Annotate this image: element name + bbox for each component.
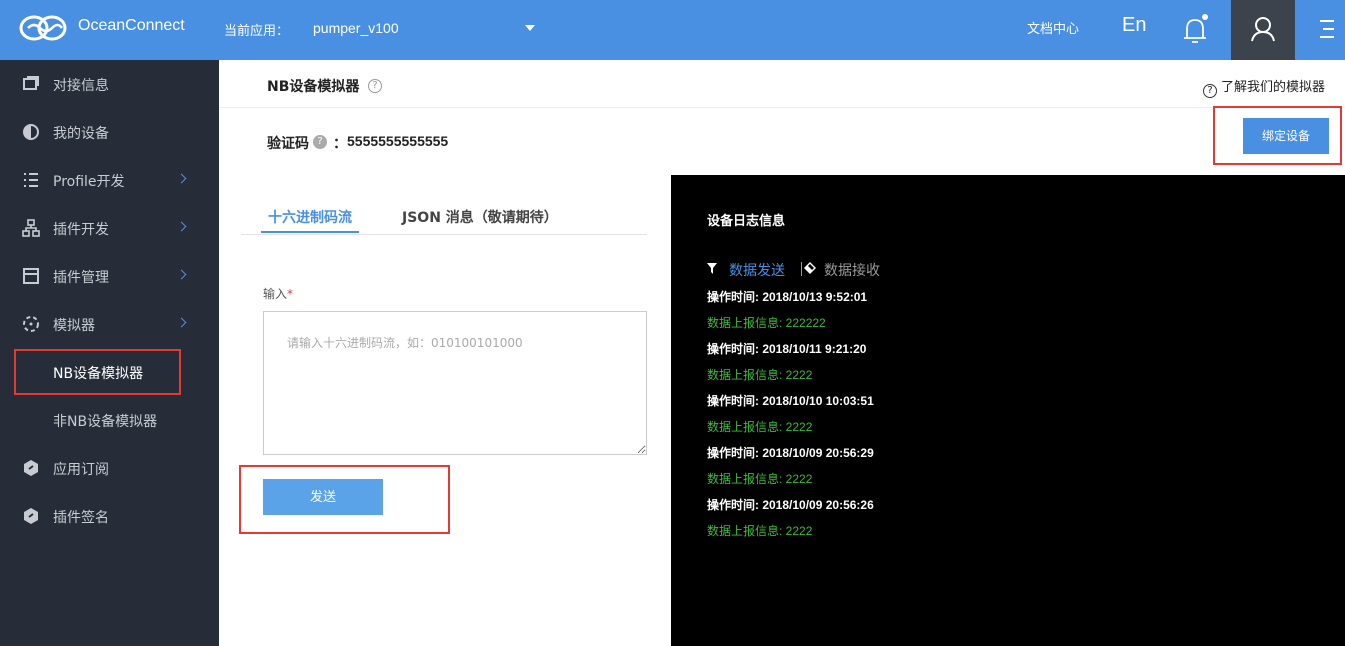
tab-json-message[interactable]: JSON 消息（敬请期待） — [402, 207, 558, 227]
sidebar-item-label: 插件管理 — [53, 270, 109, 286]
sidebar-item-plugin-dev[interactable]: 插件开发 — [0, 204, 219, 252]
hexagon-icon — [24, 460, 38, 476]
hexagon-icon — [24, 508, 38, 524]
required-mark: * — [287, 287, 294, 301]
eraser-icon — [804, 262, 816, 274]
question-icon: ? — [1202, 84, 1217, 98]
log-data-entry: 数据上报信息: 222222 — [707, 316, 826, 330]
page-title: NB设备模拟器 — [267, 79, 360, 95]
input-label: 输入* — [263, 285, 293, 302]
sidebar-item-integration-info[interactable]: 对接信息 — [0, 60, 219, 108]
top-bar: OceanConnect 当前应用： pumper_v100 文档中心 En — [0, 0, 1345, 60]
log-time-entry: 操作时间: 2018/10/10 10:03:51 — [707, 394, 874, 408]
log-title: 设备日志信息 — [707, 214, 786, 229]
simulator-icon — [23, 316, 39, 332]
filter-data-receive[interactable]: 数据接收 — [824, 260, 880, 280]
chevron-right-icon — [176, 221, 187, 232]
brand-name: OceanConnect — [78, 17, 185, 34]
sidebar-item-label: 模拟器 — [53, 318, 95, 334]
device-icon — [23, 124, 39, 140]
log-time-entry: 操作时间: 2018/10/13 9:52:01 — [707, 290, 868, 304]
sidebar-item-profile-dev[interactable]: Profile开发 — [0, 156, 219, 204]
log-data-entry: 数据上报信息: 2222 — [707, 420, 813, 434]
filter-separator — [801, 262, 802, 276]
log-data-entry: 数据上报信息: 2222 — [707, 472, 813, 486]
filter-icon — [707, 263, 717, 274]
log-time-entry: 操作时间: 2018/10/09 20:56:29 — [707, 446, 874, 460]
sidebar-item-label: 我的设备 — [53, 126, 109, 142]
user-icon — [1251, 17, 1275, 42]
sidebar-item-simulator[interactable]: 模拟器 — [0, 300, 219, 348]
hierarchy-icon — [22, 219, 40, 237]
list-icon — [24, 173, 38, 187]
sidebar-item-label: Profile开发 — [53, 174, 125, 190]
verify-colon: ： — [333, 136, 347, 152]
active-tab-indicator — [261, 231, 359, 233]
sidebar-item-non-nb-simulator[interactable]: 非NB设备模拟器 — [0, 396, 219, 444]
log-data-entry: 数据上报信息: 2222 — [707, 524, 813, 538]
sidebar-item-plugin-mgmt[interactable]: 插件管理 — [0, 252, 219, 300]
highlight-box-nb-simulator — [14, 349, 181, 395]
sidebar-item-label: 非NB设备模拟器 — [53, 414, 158, 430]
bell-icon[interactable] — [1181, 14, 1209, 46]
panel-icon — [23, 268, 39, 284]
chevron-down-icon[interactable] — [525, 25, 535, 31]
docs-center-link[interactable]: 文档中心 — [1027, 18, 1079, 37]
log-list: 操作时间: 2018/10/13 9:52:01 数据上报信息: 222222 … — [707, 289, 1307, 549]
oceanconnect-logo-icon[interactable] — [18, 12, 70, 44]
device-log-panel: 设备日志信息 数据发送 数据接收 操作时间: 2018/10/13 9:52:0… — [671, 175, 1345, 646]
log-time-entry: 操作时间: 2018/10/11 9:21:20 — [707, 342, 867, 356]
menu-icon[interactable] — [1316, 18, 1336, 40]
verify-code-value: 5555555555555 — [347, 133, 449, 149]
sidebar-item-label: 对接信息 — [53, 78, 109, 94]
verify-code-label: 验证码 — [267, 136, 309, 152]
hex-stream-input[interactable] — [263, 311, 647, 455]
chevron-right-icon — [176, 317, 187, 328]
chevron-right-icon — [176, 173, 187, 184]
sidebar-item-my-devices[interactable]: 我的设备 — [0, 108, 219, 156]
learn-link-label: 了解我们的模拟器 — [1220, 80, 1325, 95]
sidebar-item-plugin-signature[interactable]: 插件签名 — [0, 492, 219, 540]
tab-hex-stream[interactable]: 十六进制码流 — [268, 207, 352, 227]
log-data-entry: 数据上报信息: 2222 — [707, 368, 813, 382]
language-toggle[interactable]: En — [1122, 14, 1146, 37]
highlight-box-bind — [1213, 106, 1342, 165]
tab-divider — [241, 234, 647, 235]
highlight-box-send — [239, 465, 450, 534]
verify-code-row: 验证码 ? ： 5555555555555 — [219, 108, 1345, 175]
learn-simulator-link[interactable]: ? 了解我们的模拟器 — [1202, 76, 1325, 98]
sidebar-item-label: 插件开发 — [53, 222, 109, 238]
sidebar-item-label: 插件签名 — [53, 510, 109, 526]
user-menu-button[interactable] — [1231, 0, 1295, 60]
log-time-entry: 操作时间: 2018/10/09 20:56:26 — [707, 498, 874, 512]
page-header: NB设备模拟器 ? ? 了解我们的模拟器 — [219, 60, 1345, 108]
help-icon[interactable]: ? — [313, 135, 327, 149]
sidebar-item-label: 应用订阅 — [53, 462, 109, 478]
chevron-right-icon — [176, 269, 187, 280]
window-icon — [23, 76, 39, 90]
sidebar-item-app-subscription[interactable]: 应用订阅 — [0, 444, 219, 492]
help-icon[interactable]: ? — [368, 79, 382, 93]
current-app-select[interactable]: pumper_v100 — [313, 20, 399, 36]
current-app-label: 当前应用： — [224, 24, 290, 39]
input-label-text: 输入 — [263, 287, 288, 301]
filter-data-send[interactable]: 数据发送 — [729, 260, 785, 280]
